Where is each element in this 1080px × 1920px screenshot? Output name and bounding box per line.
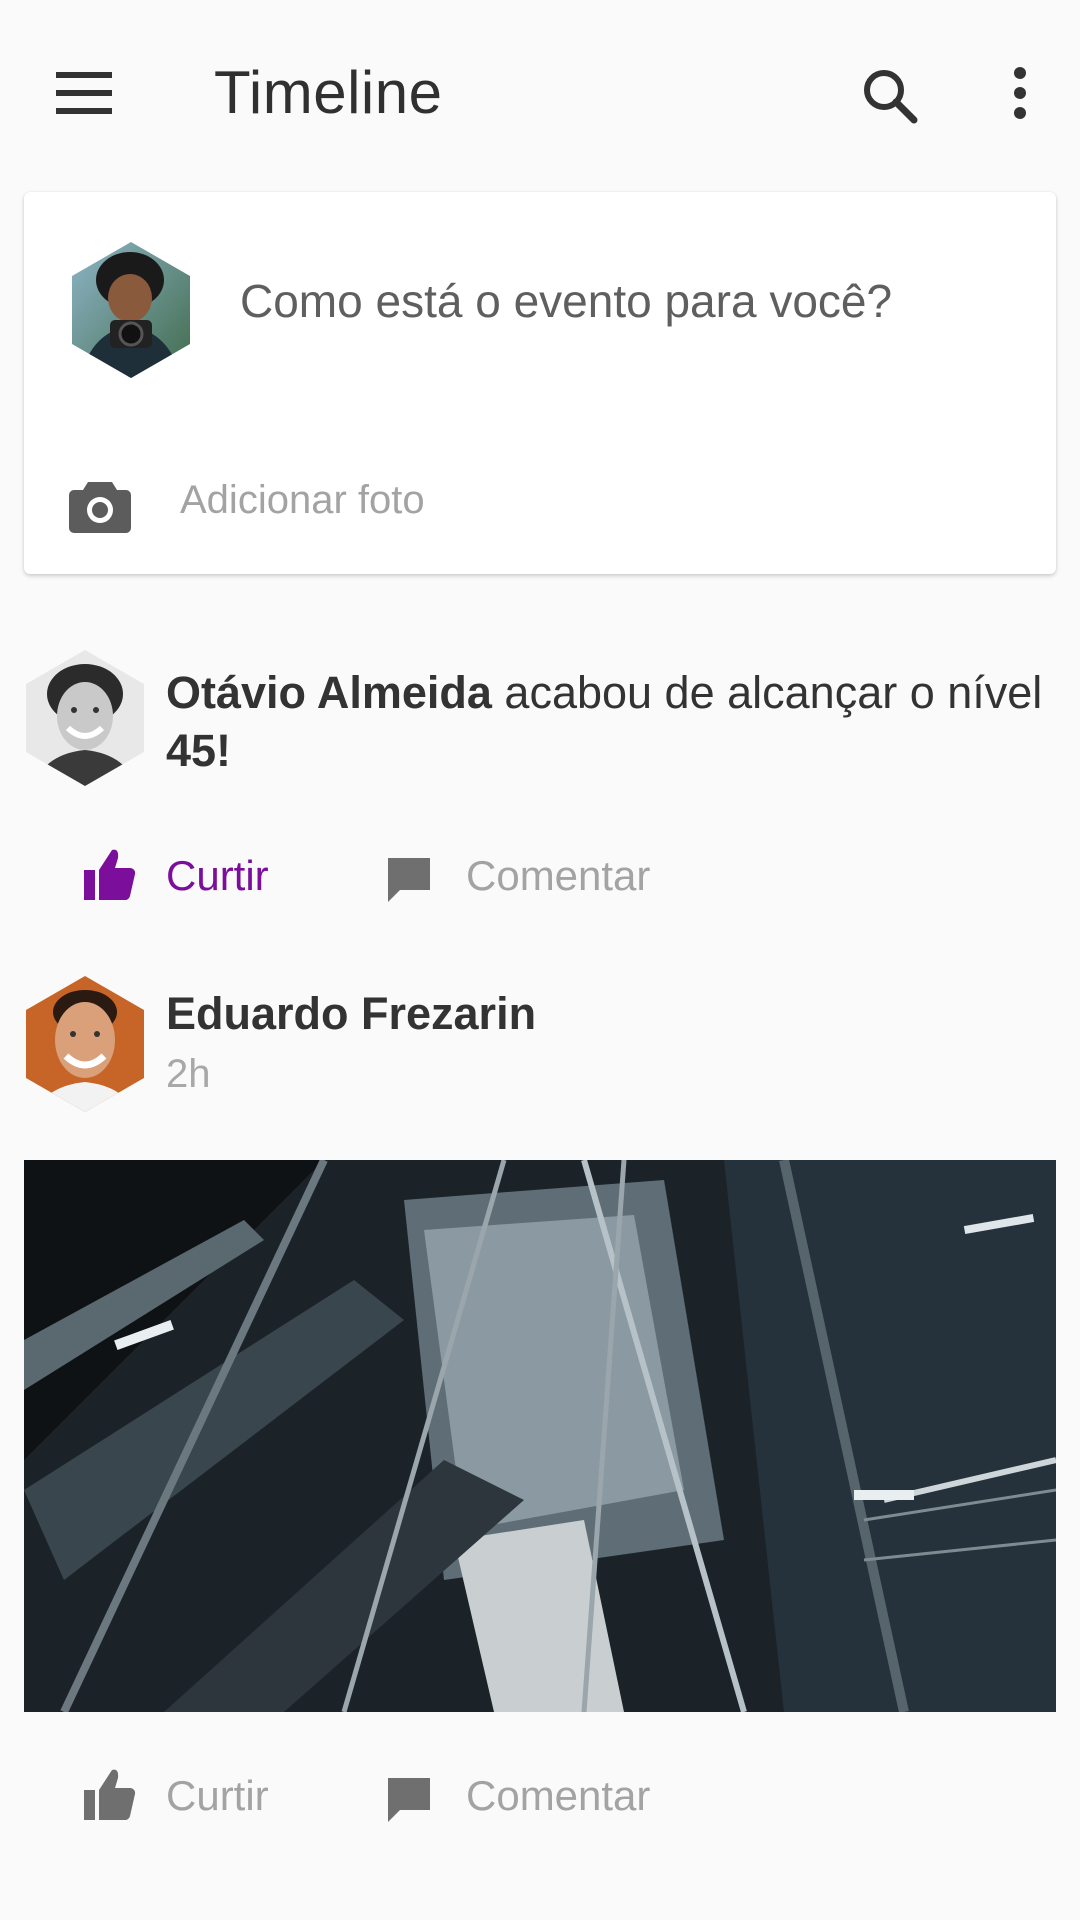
thumb-up-icon: [84, 1769, 136, 1821]
comment-button[interactable]: Comentar: [386, 1762, 686, 1842]
post-composer-card: Como está o evento para você? Adicionar …: [24, 192, 1056, 574]
activity-description: acabou de alcançar o nível: [491, 667, 1043, 718]
like-label: Curtir: [166, 1772, 269, 1819]
search-button[interactable]: [850, 56, 930, 136]
author-name[interactable]: Eduardo Frezarin: [166, 988, 536, 1040]
comment-label: Comentar: [466, 1772, 651, 1819]
more-options-button[interactable]: [985, 56, 1055, 136]
avatar[interactable]: [24, 974, 146, 1114]
like-button[interactable]: Curtir: [82, 842, 302, 922]
camera-icon: [69, 482, 131, 533]
post-prompt-input[interactable]: Como está o evento para você?: [240, 274, 892, 328]
comment-label: Comentar: [466, 852, 651, 899]
like-button[interactable]: Curtir: [82, 1762, 302, 1842]
avatar[interactable]: [24, 648, 146, 788]
add-photo-label: Adicionar foto: [180, 478, 425, 522]
menu-button[interactable]: [42, 52, 126, 136]
activity-text: Otávio Almeida acabou de alcançar o níve…: [166, 664, 1046, 780]
search-icon: [864, 70, 918, 124]
more-vert-icon: [1014, 67, 1026, 119]
author-name[interactable]: Otávio Almeida: [166, 667, 492, 718]
comment-icon: [388, 1778, 430, 1822]
comment-icon: [388, 858, 430, 902]
page-title: Timeline: [214, 59, 443, 126]
comment-button[interactable]: Comentar: [386, 842, 686, 922]
avatar[interactable]: [70, 240, 192, 380]
level-value: 45!: [166, 725, 232, 776]
thumb-up-icon: [84, 849, 136, 901]
menu-icon: [56, 72, 112, 114]
app-bar: Timeline: [0, 0, 1080, 190]
like-label: Curtir: [166, 852, 269, 899]
post-photo[interactable]: [24, 1160, 1056, 1712]
add-photo-button[interactable]: Adicionar foto: [68, 464, 468, 544]
post-timestamp: 2h: [166, 1052, 211, 1096]
